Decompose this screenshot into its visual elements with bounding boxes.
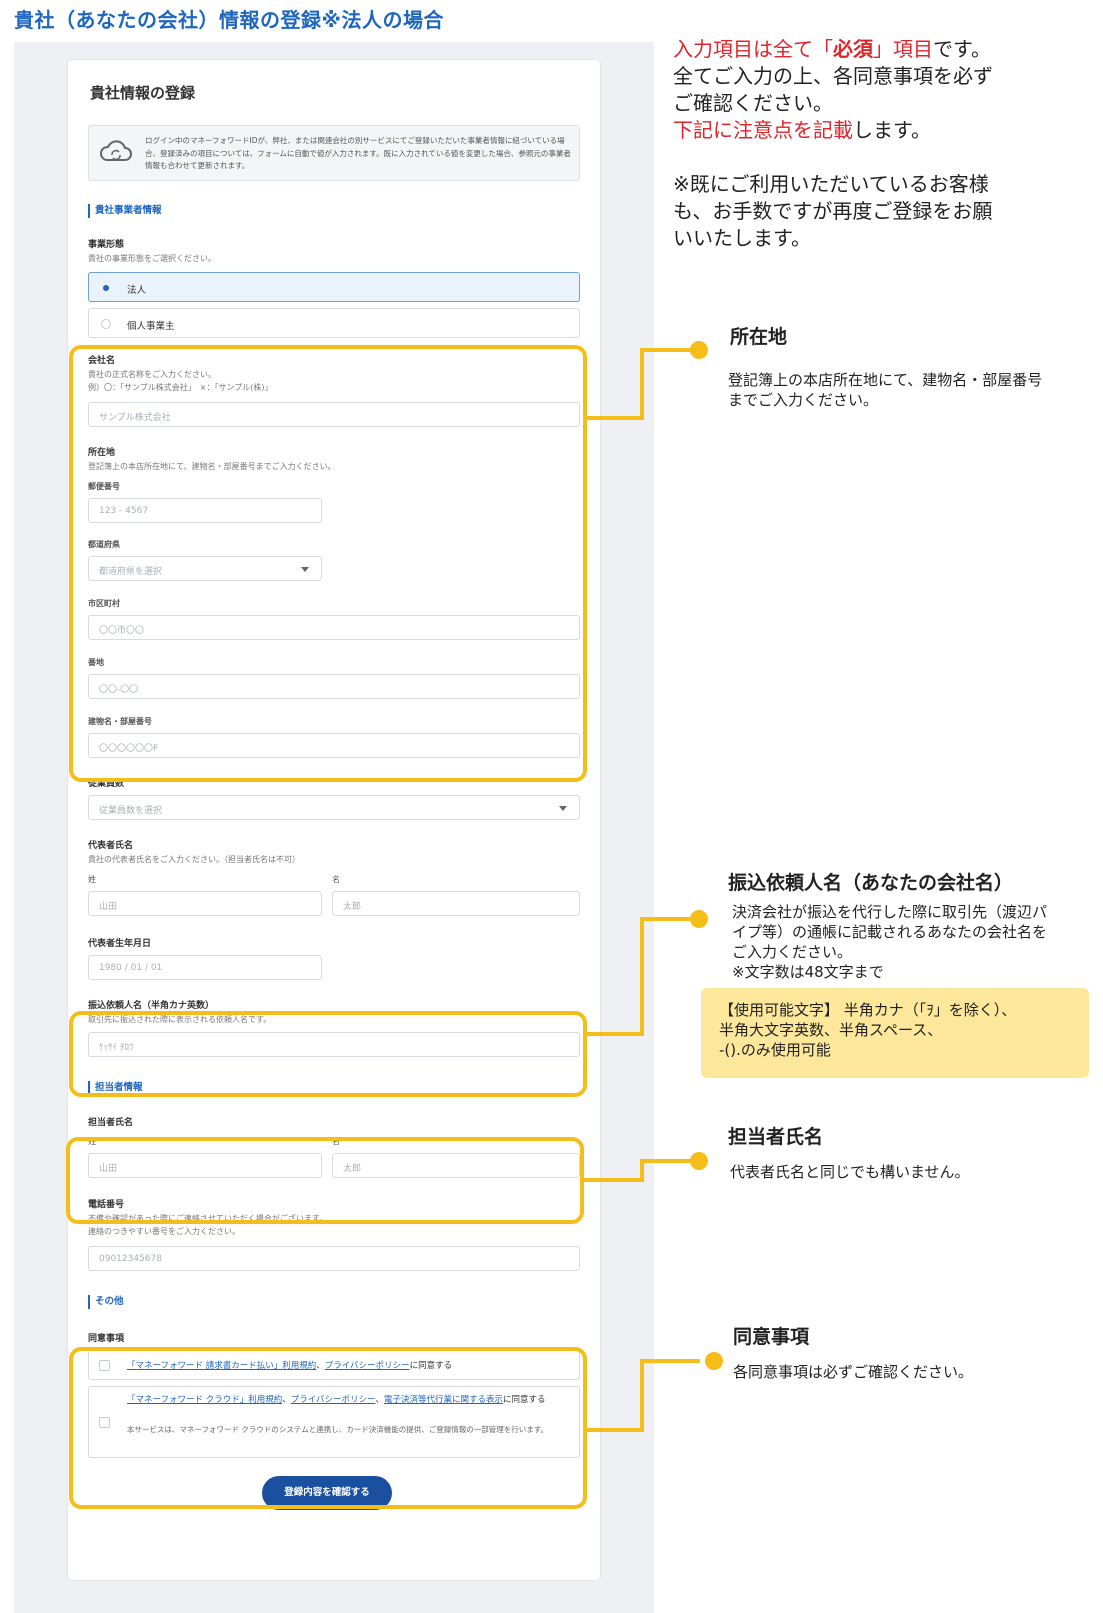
business-type-label: 事業形態 <box>88 240 125 250</box>
cloud-sync-icon <box>99 139 133 169</box>
birth-date-label: 代表者生年月日 <box>88 939 152 949</box>
connector-line <box>587 416 644 420</box>
connector-line <box>587 1428 644 1432</box>
annotation-text-transfer-1: 決済会社が振込を代行した際に取引先（渡辺パ <box>732 903 1048 921</box>
connector-line <box>640 917 644 1036</box>
representative-first-label: 名 <box>332 875 340 884</box>
annotation-title-address: 所在地 <box>730 326 788 348</box>
allowed-characters-line-3: -().のみ使用可能 <box>719 1041 831 1059</box>
intro-line-1: 入力項目は全て「必須」項目です。 <box>673 36 1093 63</box>
highlight-box-contact-name <box>66 1137 584 1224</box>
info-notice-text: ログイン中のマネーフォワードIDが、弊社、または関連会社の別サービスにてご登録い… <box>145 136 571 170</box>
chevron-down-icon <box>559 806 567 811</box>
connector-line <box>584 1178 644 1182</box>
intro-notice: 入力項目は全て「必須」項目です。 全てご入力の上、各同意事項を必ず ご確認くださ… <box>673 36 1093 252</box>
representative-last-name-input[interactable]: 山田 <box>88 891 322 916</box>
page-title: 貴社（あなたの会社）情報の登録※法人の場合 <box>14 8 444 32</box>
allowed-characters-line-2: 半角大文字英数、半角スペース、 <box>719 1021 943 1039</box>
connector-line <box>640 1359 644 1432</box>
highlight-box-address <box>69 345 587 782</box>
allowed-characters-note: 【使用可能文字】 半角カナ（「ｦ」を除く）、 半角大文字英数、半角スペース、 -… <box>701 988 1089 1078</box>
annotation-text-address-1: 登記簿上の本店所在地にて、建物名・部屋番号 <box>728 371 1043 389</box>
employees-select-value: 従業員数を選択 <box>99 806 163 816</box>
phone-input[interactable]: 09012345678 <box>88 1246 580 1271</box>
connector-line <box>640 348 644 420</box>
phone-hint-2: 連絡のつきやすい番号をご入力ください。 <box>88 1227 240 1236</box>
connector-dot <box>690 341 708 359</box>
intro-line-5: ※既にご利用いただいているお客様 <box>673 172 989 196</box>
connector-dot <box>690 1152 708 1170</box>
connector-line <box>587 1032 644 1036</box>
highlight-box-agreements <box>69 1347 587 1509</box>
intro-line-6: も、お手数ですが再度ご登録をお願 <box>673 199 993 223</box>
annotation-text-transfer-2: イプ等）の通帳に記載されるあなたの会社名を <box>732 923 1048 941</box>
annotation-text-address-2: までご入力ください。 <box>728 391 879 409</box>
connector-dot <box>705 1352 723 1370</box>
intro-spacer <box>673 144 1093 171</box>
radio-unselected-icon <box>101 319 111 329</box>
contact-name-label: 担当者氏名 <box>88 1118 134 1128</box>
intro-line-3: ご確認ください。 <box>673 91 833 115</box>
annotation-text-contact-name: 代表者氏名と同じでも構いません。 <box>730 1163 970 1181</box>
annotation-title-agreements: 同意事項 <box>733 1326 810 1348</box>
intro-line-4: 下記に注意点を記載します。 <box>673 117 1093 144</box>
intro-line-1-rest: です。 <box>933 37 991 61</box>
connector-dot <box>690 910 708 928</box>
representative-last-label: 姓 <box>88 875 96 884</box>
transfer-name-label: 振込依頼人名（半角カナ英数） <box>88 1001 215 1011</box>
business-type-hint: 貴社の事業形態をご選択ください。 <box>88 254 216 263</box>
intro-caution-red: 下記に注意点を記載 <box>673 118 853 142</box>
intro-required-bold: 必須 <box>833 37 873 61</box>
highlight-box-transfer-name <box>69 1011 587 1097</box>
annotation-title-contact-name: 担当者氏名 <box>728 1126 824 1148</box>
connector-line <box>640 1359 700 1363</box>
representative-label: 代表者氏名 <box>88 841 134 851</box>
employees-select[interactable]: 従業員数を選択 <box>88 795 580 820</box>
intro-required-prefix: 入力項目は全て「 <box>673 37 833 61</box>
form-title: 貴社情報の登録 <box>90 84 196 102</box>
intro-line-4-rest: します。 <box>853 118 931 142</box>
allowed-characters-line-1: 【使用可能文字】 半角カナ（「ｦ」を除く）、 <box>719 1001 1017 1019</box>
intro-line-2: 全てご入力の上、各同意事項を必ず <box>673 64 993 88</box>
birth-date-input[interactable]: 1980 / 01 / 01 <box>88 955 322 980</box>
radio-option-corporation[interactable]: 法人 <box>88 272 580 302</box>
annotation-text-transfer-4: ※文字数は48文字まで <box>732 963 884 981</box>
intro-line-7: いいたします。 <box>673 226 811 250</box>
section-heading-other: その他 <box>88 1295 124 1309</box>
representative-first-name-input[interactable]: 太郎 <box>332 891 580 916</box>
radio-label-sole-proprietor: 個人事業主 <box>127 321 175 332</box>
representative-hint: 貴社の代表者氏名をご入力ください。（担当者氏名は不可） <box>88 855 300 864</box>
section-heading-business: 貴社事業者情報 <box>88 204 162 218</box>
annotation-title-transfer-name: 振込依頼人名（あなたの会社名） <box>728 872 1014 894</box>
info-notice: ログイン中のマネーフォワードIDが、弊社、または関連会社の別サービスにてご登録い… <box>88 125 580 181</box>
annotation-text-agreements: 各同意事項は必ずご確認ください。 <box>733 1363 974 1381</box>
radio-option-sole-proprietor[interactable]: 個人事業主 <box>88 308 580 338</box>
agreements-label: 同意事項 <box>88 1334 125 1344</box>
annotation-text-transfer-3: ご入力ください。 <box>732 943 853 961</box>
radio-selected-icon <box>101 283 111 293</box>
radio-label-corporation: 法人 <box>127 285 147 296</box>
intro-required-suffix: 」項目 <box>873 37 933 61</box>
